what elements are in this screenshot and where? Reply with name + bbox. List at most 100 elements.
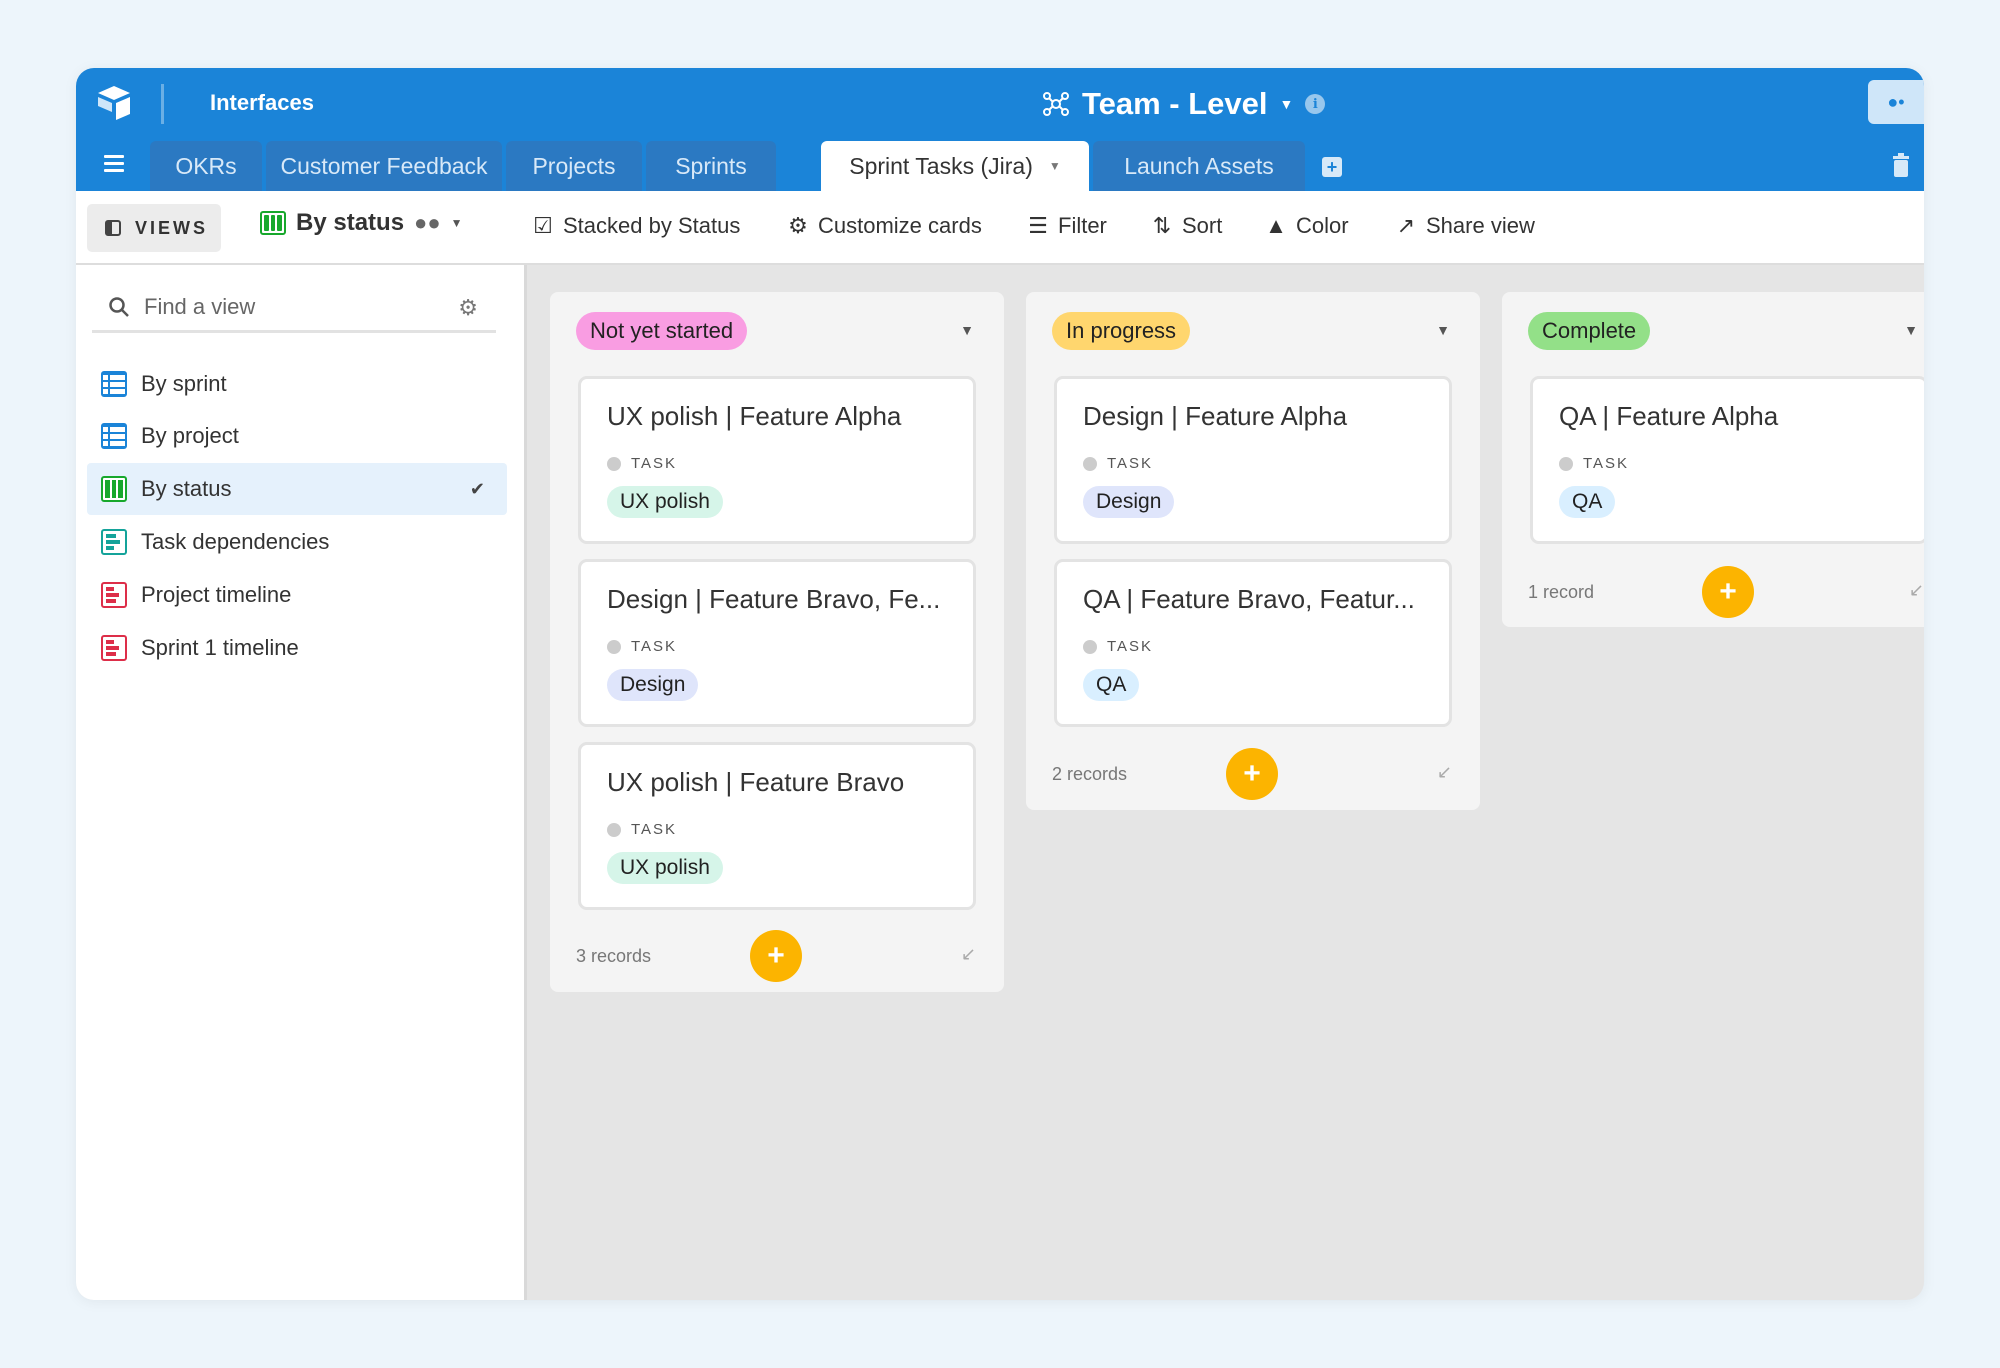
filter-icon: ☰ [1028,213,1048,238]
grid-icon [101,423,127,449]
record-card[interactable]: Design | Feature Alpha TASK Design [1054,376,1452,544]
color-label: Color [1296,213,1349,238]
task-tag: UX polish [607,486,723,518]
card-title: QA | Feature Alpha [1559,401,1779,431]
sidebar-item-by-sprint[interactable]: By sprint [87,358,507,410]
chevron-down-icon[interactable]: ▼ [1049,159,1061,173]
find-view-search[interactable]: Find a view ⚙ [92,283,496,333]
share-people-button[interactable]: ●• [1868,80,1924,124]
interfaces-link[interactable]: Interfaces [210,90,314,116]
chevron-down-icon[interactable]: ▼ [1280,96,1294,112]
tab-label: Sprint Tasks (Jira) [849,152,1033,179]
share-people-icon: ●• [1887,91,1905,112]
filter-button[interactable]: ☰ Filter [1026,213,1107,239]
sidebar-item-label: Sprint 1 timeline [141,635,299,660]
record-card[interactable]: QA | Feature Alpha TASK QA [1530,376,1924,544]
views-toggle-button[interactable]: VIEWS [87,204,221,252]
info-icon[interactable]: i [1305,94,1326,114]
search-input[interactable]: Find a view [144,294,255,320]
trash-icon[interactable] [1892,153,1910,177]
stacked-by-button[interactable]: ☑ Stacked by Status [531,213,740,239]
timeline-icon [101,635,127,661]
tab-projects[interactable]: Projects [506,141,642,191]
customize-label: Customize cards [818,213,982,238]
field-label-text: TASK [631,638,678,655]
share-view-button[interactable]: ↗ Share view [1394,213,1535,239]
task-tag: UX polish [607,852,723,884]
add-record-button[interactable]: + [1226,748,1278,800]
chevron-down-icon[interactable]: ▼ [1436,322,1450,338]
table-tabs: OKRs Customer Feedback Projects Sprints … [76,141,1924,191]
field-label-text: TASK [1107,638,1154,655]
base-title[interactable]: Team - Level ▼ i [1042,84,1326,124]
sidebar-item-label: By status [141,476,232,501]
sidebar-item-by-project[interactable]: By project [87,410,507,462]
chevron-down-icon[interactable]: ▼ [1904,322,1918,338]
task-tag: Design [1083,486,1175,518]
kanban-column-not-yet-started: Not yet started ▼ UX polish | Feature Al… [550,292,1004,992]
single-select-icon [607,639,621,654]
chevron-down-icon[interactable]: ▼ [960,322,974,338]
tab-sprints[interactable]: Sprints [646,141,776,191]
view-switcher[interactable]: By status ●● ▼ [260,209,463,237]
field-label: TASK [607,638,677,655]
tab-label: OKRs [175,152,237,179]
header-divider [161,84,164,124]
field-label: TASK [607,455,677,472]
record-count: 2 records [1052,764,1128,784]
field-label-text: TASK [631,821,678,838]
kanban-column-in-progress: In progress ▼ Design | Feature Alpha TAS… [1026,292,1480,810]
sort-label: Sort [1182,213,1223,238]
views-label: VIEWS [135,217,209,238]
collapse-icon[interactable]: ↙ [961,944,976,965]
kanban-icon [101,476,127,502]
sidebar-item-task-dependencies[interactable]: Task dependencies [87,516,507,568]
task-tag: QA [1083,669,1140,701]
field-label: TASK [607,821,677,838]
single-select-icon [1559,456,1573,471]
record-card[interactable]: QA | Feature Bravo, Featur... TASK QA [1054,559,1452,727]
tab-launch-assets[interactable]: Launch Assets [1093,141,1305,191]
status-pill: Complete [1528,312,1651,350]
status-pill: In progress [1052,312,1191,350]
sidebar-item-sprint-1-timeline[interactable]: Sprint 1 timeline [87,622,507,674]
customize-cards-button[interactable]: ⚙ Customize cards [786,213,982,239]
add-record-button[interactable]: + [1702,566,1754,618]
gear-icon: ⚙ [788,213,808,238]
sort-icon: ⇅ [1152,213,1172,238]
sort-button[interactable]: ⇅ Sort [1150,213,1223,239]
task-tag: QA [1559,486,1616,518]
field-label: TASK [1083,455,1153,472]
paint-bucket-icon: ▲ [1265,213,1287,238]
status-pill: Not yet started [576,312,748,350]
single-select-icon [1083,639,1097,654]
card-title: Design | Feature Bravo, Fe... [607,584,941,614]
tab-sprint-tasks[interactable]: Sprint Tasks (Jira) ▼ [821,141,1089,191]
record-card[interactable]: Design | Feature Bravo, Fe... TASK Desig… [578,559,976,727]
field-label-text: TASK [1107,455,1154,472]
color-button[interactable]: ▲ Color [1264,213,1349,239]
view-toolbar: VIEWS By status ●● ▼ ☑ Stacked by Status… [76,191,1924,265]
sidebar-item-project-timeline[interactable]: Project timeline [87,569,507,621]
tab-okrs[interactable]: OKRs [150,141,262,191]
hamburger-menu-icon[interactable] [104,155,124,172]
collapse-icon[interactable]: ↙ [1437,762,1452,783]
sidebar-toggle-icon [105,220,121,236]
add-table-icon[interactable]: + [1322,157,1342,177]
collapse-icon[interactable]: ↙ [1909,580,1924,601]
collaborative-view-icon: ●● [414,210,441,235]
record-card[interactable]: UX polish | Feature Alpha TASK UX polish [578,376,976,544]
stacked-label: Stacked by Status [563,213,741,238]
share-icon: ↗ [1396,213,1416,238]
tab-customer-feedback[interactable]: Customer Feedback [266,141,502,191]
record-card[interactable]: UX polish | Feature Bravo TASK UX polish [578,742,976,910]
timeline-icon [101,582,127,608]
sidebar-item-by-status[interactable]: By status ✔ [87,463,507,515]
gear-icon[interactable]: ⚙ [458,295,478,321]
sidebar-item-label: Task dependencies [141,529,330,554]
filter-label: Filter [1058,213,1107,238]
airtable-logo-icon[interactable] [94,82,134,122]
chevron-down-icon: ▼ [450,216,463,230]
gantt-icon [101,529,127,555]
add-record-button[interactable]: + [750,930,802,982]
